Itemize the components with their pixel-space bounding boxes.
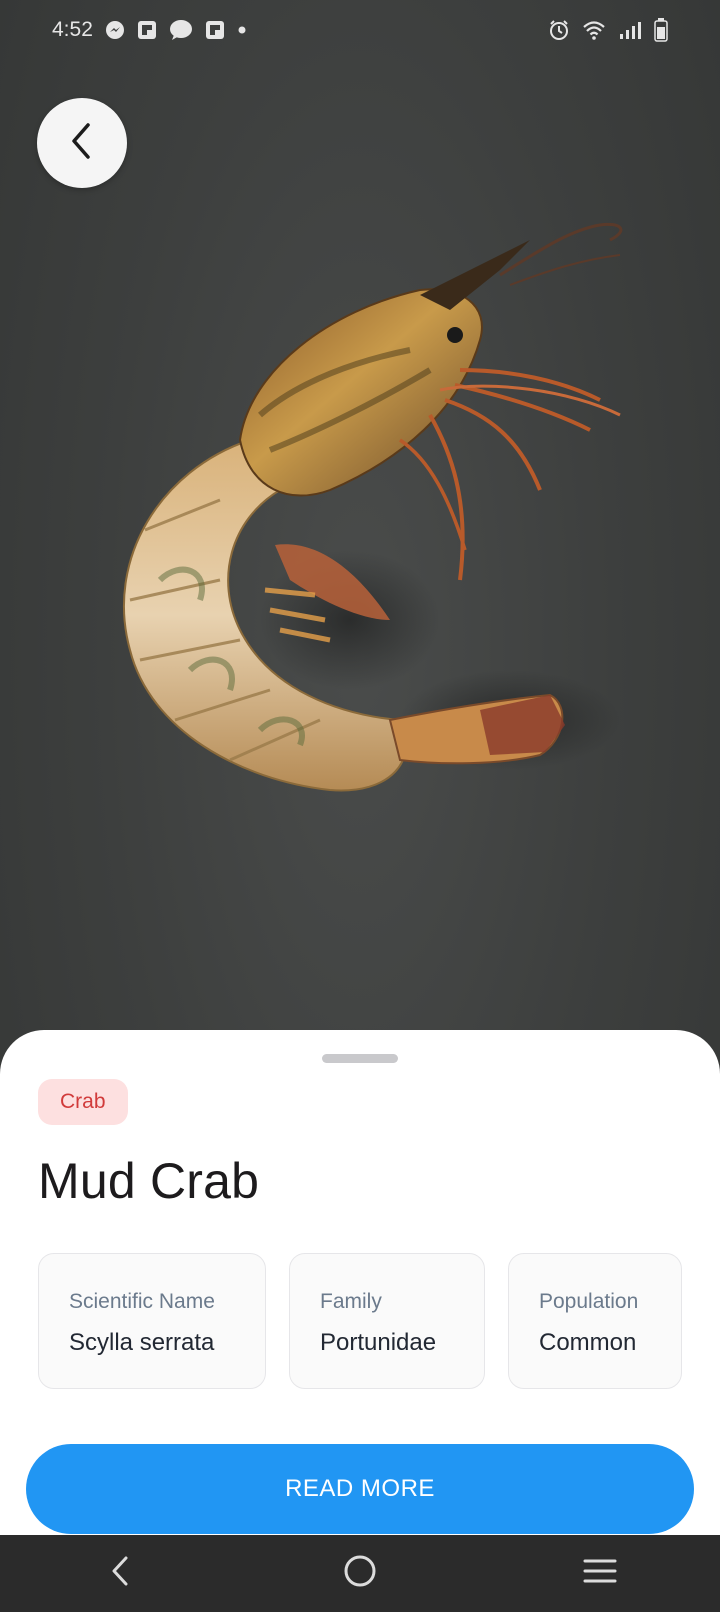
nav-recents-button[interactable]: [560, 1544, 640, 1604]
fact-value: Scylla serrata: [69, 1329, 215, 1356]
messenger-icon: [105, 20, 125, 40]
species-title: Mud Crab: [38, 1153, 260, 1209]
wifi-icon: [582, 20, 606, 40]
fact-label: Family: [320, 1290, 382, 1313]
fact-card-family: Family Portunidae: [289, 1253, 485, 1389]
fact-value: Common: [539, 1329, 637, 1356]
fact-label: Population: [539, 1290, 639, 1313]
signal-icon: [618, 20, 642, 40]
fact-value: Portunidae: [320, 1329, 437, 1356]
back-icon: [108, 1555, 132, 1592]
nav-home-button[interactable]: [320, 1544, 400, 1604]
fact-label: Scientific Name: [69, 1290, 215, 1313]
dot-icon: [237, 25, 247, 35]
detail-bottom-sheet: Crab Mud Crab Scientific Name Scylla ser…: [0, 1030, 720, 1535]
status-right: [548, 18, 668, 42]
back-button[interactable]: [37, 98, 127, 188]
species-photo: [100, 200, 680, 860]
status-time: 4:52: [52, 18, 93, 41]
sheet-drag-handle[interactable]: [322, 1054, 398, 1063]
category-badge: Crab: [38, 1079, 128, 1125]
system-nav-bar: [0, 1535, 720, 1612]
chevron-left-icon: [67, 122, 97, 165]
fact-card-population: Population Common: [508, 1253, 682, 1389]
flipboard-icon: [205, 20, 225, 40]
status-left: 4:52: [52, 18, 247, 42]
chat-bubble-icon: [169, 19, 193, 41]
species-detail-screen: 4:52 Crab Mud Crab Scientific Name Scyll…: [0, 0, 720, 1612]
alarm-icon: [548, 19, 570, 41]
flipboard-icon: [137, 20, 157, 40]
fact-card-scientific-name: Scientific Name Scylla serrata: [38, 1253, 266, 1389]
recents-icon: [583, 1557, 617, 1590]
home-icon: [343, 1554, 377, 1593]
battery-icon: [654, 18, 668, 42]
nav-back-button[interactable]: [80, 1544, 160, 1604]
status-bar: 4:52: [0, 0, 720, 60]
read-more-button[interactable]: READ MORE: [26, 1444, 694, 1534]
